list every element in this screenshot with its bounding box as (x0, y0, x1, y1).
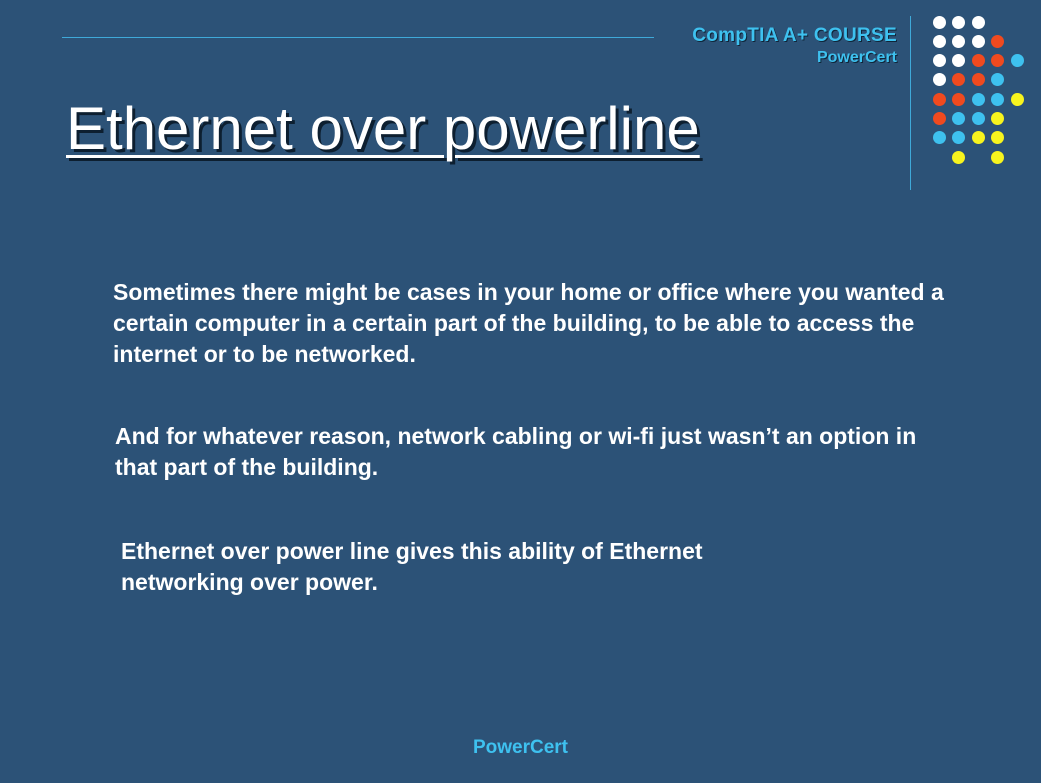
white-dot (952, 54, 965, 68)
white-dot (932, 54, 946, 68)
yellow-dot (971, 131, 985, 145)
yellow-dot (952, 150, 965, 164)
yellow-dot (1010, 92, 1024, 106)
red-dot (932, 112, 946, 125)
body-paragraph-1: Sometimes there might be cases in your h… (113, 279, 944, 367)
white-dot (952, 15, 965, 29)
red-dot (991, 54, 1004, 68)
blue-dot (932, 131, 946, 145)
red-dot (971, 73, 985, 87)
header-brand: PowerCert (816, 49, 897, 66)
red-dot (991, 34, 1004, 48)
body-paragraph-3: Ethernet over power line gives this abil… (121, 538, 703, 595)
white-dot (971, 15, 985, 29)
slide: CompTIA A+ COURSE PowerCert Ethernet ove… (0, 0, 1041, 783)
blue-dot (952, 112, 965, 125)
red-dot (971, 54, 985, 68)
white-dot (932, 73, 946, 87)
blue-dot (1010, 54, 1024, 68)
white-dot (932, 34, 946, 48)
yellow-dot (991, 112, 1004, 125)
header-rule (62, 37, 654, 38)
blue-dot (971, 92, 985, 106)
blue-dot (991, 73, 1004, 87)
white-dot (952, 34, 965, 48)
red-dot (952, 73, 965, 87)
white-dot (932, 15, 946, 29)
blue-dot (952, 131, 965, 145)
yellow-dot (991, 131, 1004, 145)
red-dot (952, 92, 965, 106)
footer-brand: PowerCert (472, 737, 569, 758)
body-paragraph-2: And for whatever reason, network cabling… (115, 423, 917, 480)
white-dot (971, 34, 985, 48)
red-dot (932, 92, 946, 106)
blue-dot (991, 92, 1004, 106)
yellow-dot (991, 150, 1004, 164)
course-title: CompTIA A+ COURSE (692, 25, 897, 46)
vertical-rule (910, 16, 911, 190)
blue-dot (971, 112, 985, 125)
slide-title: Ethernet over powerline (66, 95, 700, 162)
